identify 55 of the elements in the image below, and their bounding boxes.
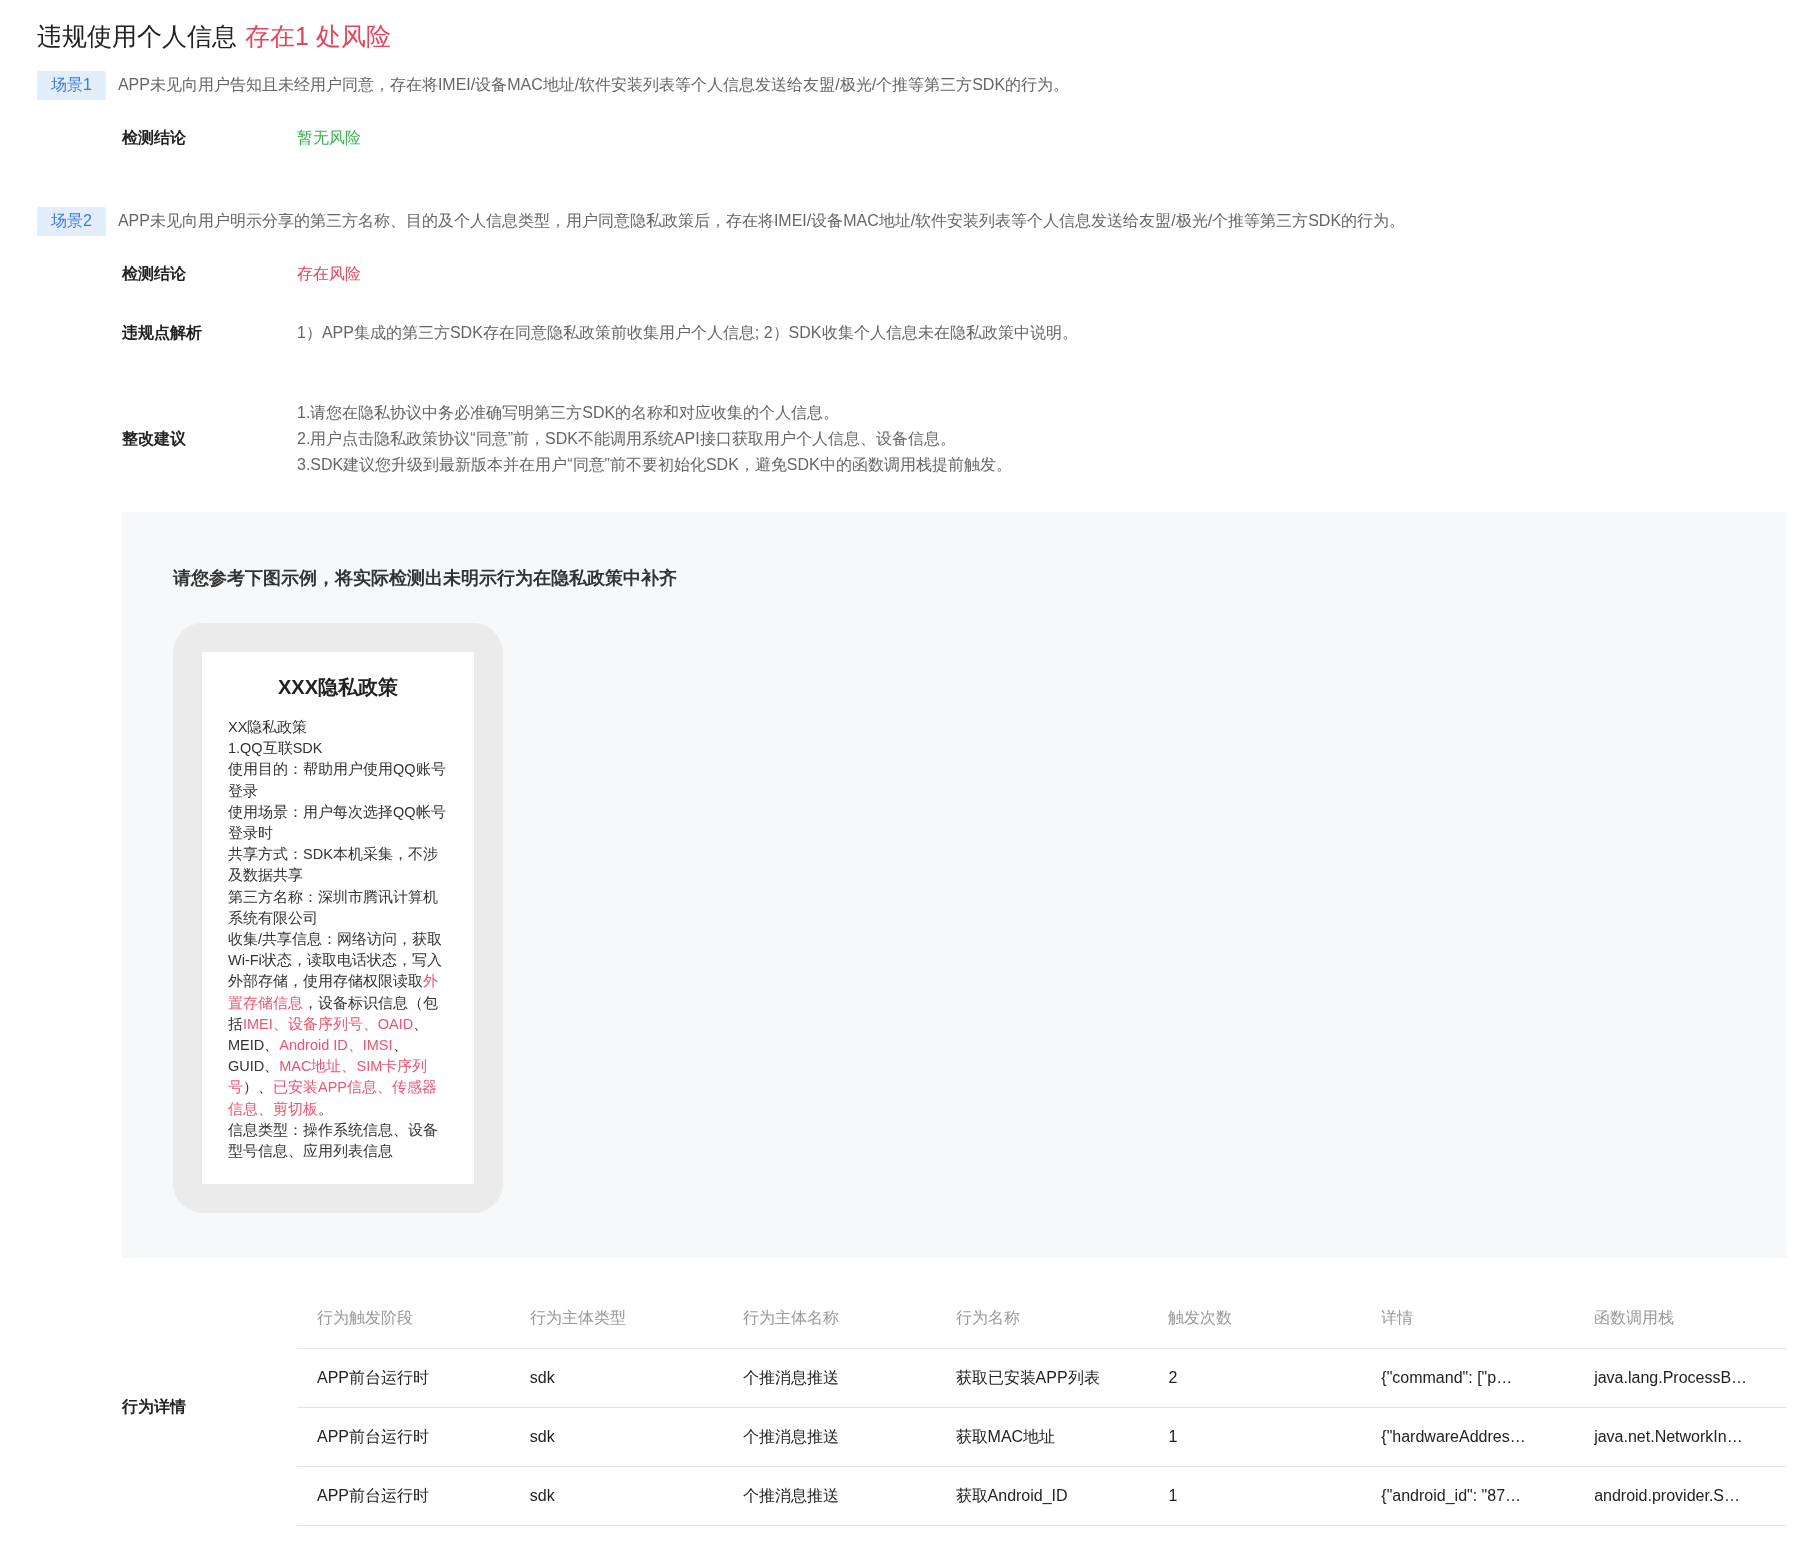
policy-text: 使用场景：用户每次选择QQ帐号登录时 [228,802,447,843]
section-title: 违规使用个人信息 [37,21,237,52]
field-label: 整改建议 [122,428,187,449]
suggestion-text: 1.请您在隐私协议中务必准确写明第三方SDK的名称和对应收集的个人信息。 [297,403,841,423]
scenario-tag: 场景1 [37,71,106,100]
table-cell-text: 个推消息推送 [741,1426,840,1447]
table-cell-text: 1 [1167,1428,1179,1447]
table-cell-text: 获取已安装APP列表 [954,1367,1101,1388]
conclusion-value: 暂无风险 [297,128,361,148]
table-cell-text: 获取Android_ID [954,1485,1069,1506]
policy-text: 第三方名称：深圳市腾讯计算机系统有限公司 [228,887,439,928]
example-heading: 请您参考下图示例，将实际检测出未明示行为在隐私政策中补齐 [173,567,678,590]
table-cell-text: 个推消息推送 [741,1367,840,1388]
field-label: 行为详情 [122,1396,187,1417]
column-header: 函数调用栈 [1593,1307,1676,1328]
scenario-description: APP未见向用户明示分享的第三方名称、目的及个人信息类型，用户同意隐私政策后，存在将IMEI/设备MAC地址/软件安装列表等个人信息发送给友盟/极光/个推等第三方SDK的行为。 [117,211,1406,231]
table-cell-text: 获取MAC地址 [954,1426,1057,1447]
column-header: 详情 [1380,1307,1415,1328]
conclusion-value: 存在风险 [297,264,361,284]
column-header: 行为名称 [954,1307,1021,1328]
analysis-text: 1）APP集成的第三方SDK存在同意隐私政策前收集用户个人信息; 2）SDK收集个人信息未在隐私政策中说明。 [297,323,1078,343]
policy-text: 使用目的：帮助用户使用QQ账号登录 [228,760,447,801]
table-cell-text: sdk [528,1428,556,1447]
table-cell-text: {"hardwareAddres… [1380,1428,1527,1447]
table-cell-text: 2 [1167,1369,1179,1388]
field-label: 检测结论 [122,264,187,284]
policy-text: 收集/共享信息：网络访问，获取Wi-Fi状态，读取电话状态，写入外部存储，使用存储权限读取外置存储信息，设备标识信息（包括IMEI、设备序列号、OAID、MEID、Android ID、IMSI、GUID、MAC地址、SIM卡序列号）、已安装APP信息、传感器信息、剪切板。 [228,930,444,1119]
policy-title: XXX隐私政策 [277,675,399,700]
table-cell-text: APP前台运行时 [316,1485,430,1506]
table-cell-text: 个推消息推送 [741,1485,840,1506]
field-label: 违规点解析 [122,323,203,343]
table-cell-text: APP前台运行时 [316,1367,430,1388]
policy-text: 1.QQ互联SDK [228,739,324,759]
suggestion-text: 3.SDK建议您升级到最新版本并在用户“同意”前不要初始化SDK，避免SDK中的函数调用栈提前触发。 [297,455,1012,475]
column-header: 行为主体类型 [528,1307,627,1328]
table-cell-text: android.provider.S… [1593,1487,1741,1506]
table-cell-text: java.lang.ProcessB… [1593,1369,1749,1388]
column-header: 行为触发阶段 [316,1307,414,1328]
table-cell-text: sdk [528,1369,556,1388]
table-cell-text: 1 [1167,1487,1179,1506]
table-cell-text: java.net.NetworkIn… [1593,1428,1744,1447]
table-cell-text: sdk [528,1487,556,1506]
scenario-tag: 场景2 [37,207,106,236]
column-header: 行为主体名称 [741,1307,840,1328]
column-header: 触发次数 [1167,1307,1234,1328]
suggestion-text: 2.用户点击隐私政策协议“同意”前，SDK不能调用系统API接口获取用户个人信息、设备信息。 [297,429,957,449]
field-label: 检测结论 [122,128,187,148]
policy-text: 共享方式：SDK本机采集，不涉及数据共享 [228,845,439,886]
table-cell-text: {"android_id": "87… [1380,1487,1523,1506]
risk-summary: 存在1 处风险 [245,21,391,52]
policy-text: XX隐私政策 [228,718,309,737]
table-cell-text: {"command": ["p… [1380,1369,1514,1388]
policy-text: 信息类型：操作系统信息、设备型号信息、应用列表信息 [228,1120,439,1162]
table-cell-text: APP前台运行时 [316,1426,430,1447]
scenario-description: APP未见向用户告知且未经用户同意，存在将IMEI/设备MAC地址/软件安装列表等个人信息发送给友盟/极光/个推等第三方SDK的行为。 [117,75,1070,95]
